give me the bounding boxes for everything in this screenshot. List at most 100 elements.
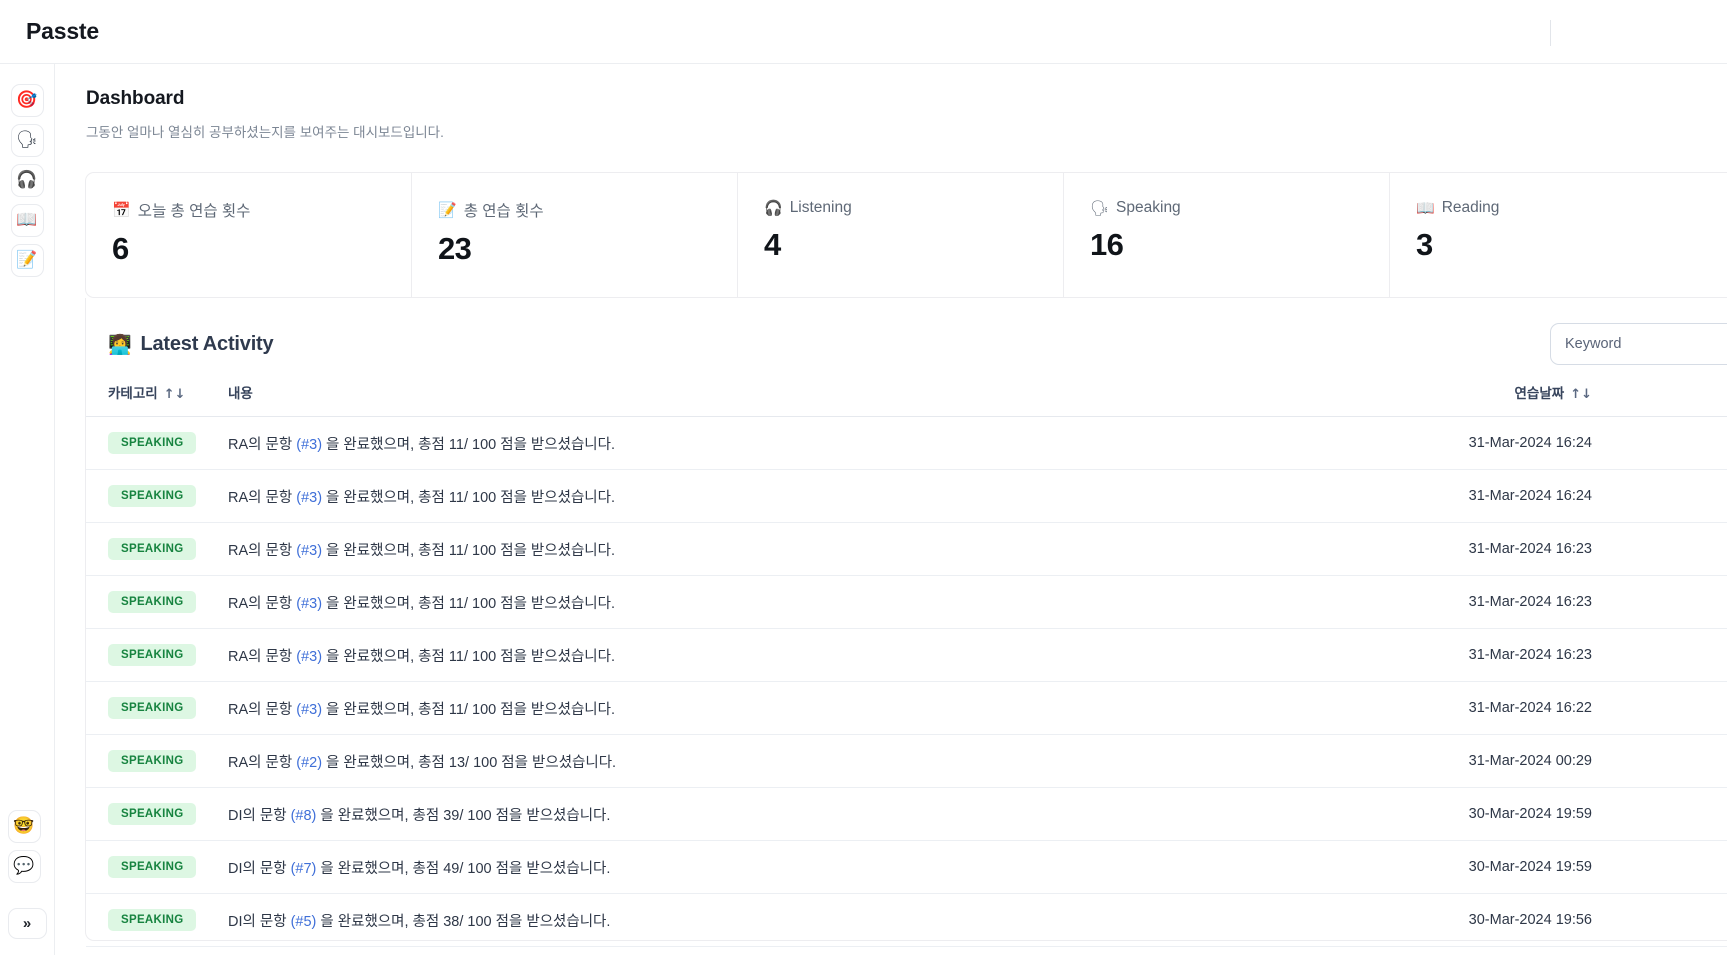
row-date-cell: 31-Mar-2024 16:22 (1468, 681, 1727, 735)
row-content-cell: DI의 문항 (#8) 을 완료했으며, 총점 39/ 100 점을 받으셨습니… (206, 787, 1469, 841)
table-row[interactable]: SPEAKING DI의 문항 (#5) 을 완료했으며, 총점 38/ 100 … (86, 893, 1727, 947)
table-row[interactable]: SPEAKING RA의 문항 (#3) 을 완료했으며, 총점 11/ 100 … (86, 469, 1727, 523)
latest-activity-title: 👩‍💻 Latest Activity (108, 332, 274, 356)
activity-table-body: SPEAKING RA의 문항 (#3) 을 완료했으며, 총점 11/ 100 … (86, 416, 1727, 947)
stat-card-today-practice[interactable]: 📅 오늘 총 연습 횟수 6 (86, 173, 412, 297)
table-row[interactable]: SPEAKING RA의 문항 (#3) 을 완료했으며, 총점 11/ 100 … (86, 575, 1727, 629)
row-date-cell: 30-Mar-2024 19:56 (1468, 893, 1727, 947)
table-row[interactable]: SPEAKING RA의 문항 (#3) 을 완료했으며, 총점 11/ 100 … (86, 416, 1727, 470)
sidebar-expand-button[interactable]: » (7, 908, 47, 939)
memo-icon: 📝 (438, 201, 457, 219)
row-category-cell: SPEAKING (86, 575, 206, 629)
row-content-suffix: 을 완료했으며, 총점 11/ 100 점을 받으셨습니다. (322, 595, 616, 612)
stat-card-reading[interactable]: 📖 Reading 3 (1390, 173, 1716, 297)
sidebar-item-profile[interactable]: 🤓 (7, 810, 41, 843)
row-content-suffix: 을 완료했으며, 총점 11/ 100 점을 받으셨습니다. (322, 489, 616, 506)
stat-label-text: Reading (1441, 199, 1500, 216)
sort-icon-category[interactable]: ↑↓ (164, 387, 186, 402)
sidebar-item-chat[interactable]: 💬 (7, 850, 41, 883)
row-content-prefix: RA의 문항 (228, 701, 297, 718)
top-bar: Passte (0, 0, 1727, 64)
stat-label: 🎧 Listening (764, 199, 1063, 217)
table-row[interactable]: SPEAKING RA의 문항 (#3) 을 완료했으며, 총점 11/ 100 … (86, 628, 1727, 682)
open-book-icon: 📖 (1416, 199, 1435, 217)
stat-card-speaking[interactable]: 🗣 Speaking 16 (1064, 173, 1390, 297)
table-row[interactable]: SPEAKING DI의 문항 (#7) 을 완료했으며, 총점 49/ 100 … (86, 840, 1727, 894)
woman-technologist-icon: 👩‍💻 (108, 333, 132, 356)
stat-label: 🗣 Speaking (1090, 199, 1389, 217)
status-badge: SPEAKING (108, 538, 197, 560)
row-content-prefix: DI의 문항 (228, 913, 291, 930)
row-content-cell: RA의 문항 (#3) 을 완료했으며, 총점 11/ 100 점을 받으셨습니… (206, 628, 1469, 682)
row-content-suffix: 을 완료했으며, 총점 11/ 100 점을 받으셨습니다. (322, 648, 616, 665)
latest-activity-title-text: Latest Activity (140, 332, 274, 355)
column-header-date[interactable]: 연습날짜 ↑↓ (1468, 366, 1727, 417)
sidebar: 🎯 🗣 🎧 📖 📝 🤓 💬 » (0, 64, 55, 955)
row-question-ref-link[interactable]: (#3) (296, 437, 322, 453)
row-category-cell: SPEAKING (86, 734, 206, 788)
search-container (1550, 323, 1727, 365)
sidebar-item-speaking[interactable]: 🗣 (10, 124, 44, 157)
sidebar-item-reading[interactable]: 📖 (10, 204, 44, 237)
row-content-suffix: 을 완료했으며, 총점 13/ 100 점을 받으셨습니다. (322, 754, 617, 771)
row-content-prefix: RA의 문항 (228, 648, 297, 665)
stat-card-listening[interactable]: 🎧 Listening 4 (738, 173, 1064, 297)
row-content-prefix: DI의 문항 (228, 860, 291, 877)
sidebar-item-dashboard[interactable]: 🎯 (10, 84, 44, 117)
table-row[interactable]: SPEAKING RA의 문항 (#2) 을 완료했으며, 총점 13/ 100 … (86, 734, 1727, 788)
calendar-icon: 📅 (112, 201, 131, 219)
status-badge: SPEAKING (108, 697, 197, 719)
top-bar-divider (1550, 20, 1551, 46)
row-content-suffix: 을 완료했으며, 총점 11/ 100 점을 받으셨습니다. (322, 436, 616, 453)
row-content-prefix: RA의 문항 (228, 542, 297, 559)
stat-label-text: Listening (789, 199, 852, 216)
stat-card-total-practice[interactable]: 📝 총 연습 횟수 23 (412, 173, 738, 297)
page-subtitle: 그동안 얼마나 열심히 공부하셨는지를 보여주는 대시보드입니다. (86, 125, 444, 140)
status-badge: SPEAKING (108, 750, 197, 772)
status-badge: SPEAKING (108, 856, 197, 878)
row-question-ref-link[interactable]: (#2) (296, 755, 322, 771)
headphone-icon: 🎧 (16, 170, 38, 190)
keyword-search-input[interactable] (1550, 323, 1727, 365)
row-content-suffix: 을 완료했으며, 총점 39/ 100 점을 받으셨습니다. (316, 807, 611, 824)
app-brand[interactable]: Passte (26, 18, 99, 45)
row-question-ref-link[interactable]: (#3) (296, 596, 322, 612)
sidebar-item-listening[interactable]: 🎧 (10, 164, 44, 197)
row-category-cell: SPEAKING (86, 628, 206, 682)
row-date-cell: 30-Mar-2024 19:59 (1468, 787, 1727, 841)
activity-table: 카테고리 ↑↓ 내용 연습날짜 ↑↓ SPEAKING RA의 문항 (#3) 을 완… (86, 366, 1727, 947)
row-content-cell: DI의 문항 (#5) 을 완료했으며, 총점 38/ 100 점을 받으셨습니… (206, 893, 1469, 947)
stat-value: 23 (438, 231, 472, 266)
row-question-ref-link[interactable]: (#7) (291, 861, 317, 877)
row-date-cell: 31-Mar-2024 16:24 (1468, 416, 1727, 470)
stat-label-text: 오늘 총 연습 횟수 (137, 203, 251, 220)
row-question-ref-link[interactable]: (#3) (296, 543, 322, 559)
sidebar-item-writing[interactable]: 📝 (10, 244, 44, 277)
status-badge: SPEAKING (108, 591, 197, 613)
row-content-prefix: DI의 문항 (228, 807, 291, 824)
row-question-ref-link[interactable]: (#5) (291, 914, 317, 930)
row-question-ref-link[interactable]: (#3) (296, 702, 322, 718)
row-content-prefix: RA의 문항 (228, 595, 297, 612)
table-row[interactable]: SPEAKING RA의 문항 (#3) 을 완료했으며, 총점 11/ 100 … (86, 681, 1727, 735)
row-question-ref-link[interactable]: (#8) (291, 808, 317, 824)
table-row[interactable]: SPEAKING RA의 문항 (#3) 을 완료했으며, 총점 11/ 100 … (86, 522, 1727, 576)
sort-icon-date[interactable]: ↑↓ (1570, 387, 1592, 402)
column-header-category[interactable]: 카테고리 ↑↓ (86, 366, 206, 417)
row-question-ref-link[interactable]: (#3) (296, 649, 322, 665)
speaking-head-icon: 🗣 (1090, 199, 1110, 217)
row-content-cell: RA의 문항 (#2) 을 완료했으며, 총점 13/ 100 점을 받으셨습니… (206, 734, 1469, 788)
row-content-suffix: 을 완료했으며, 총점 11/ 100 점을 받으셨습니다. (322, 542, 616, 559)
panel-header: 👩‍💻 Latest Activity (86, 322, 1727, 366)
page-title: Dashboard (86, 88, 185, 109)
row-question-ref-link[interactable]: (#3) (296, 490, 322, 506)
sidebar-top-group: 🎯 🗣 🎧 📖 📝 (10, 84, 44, 277)
row-date-cell: 30-Mar-2024 19:59 (1468, 840, 1727, 894)
stat-value: 3 (1416, 227, 1433, 262)
row-category-cell: SPEAKING (86, 840, 206, 894)
table-row[interactable]: SPEAKING DI의 문항 (#8) 을 완료했으며, 총점 39/ 100 … (86, 787, 1727, 841)
stat-label: 📝 총 연습 횟수 (438, 199, 737, 221)
chevron-double-right-icon: » (22, 915, 32, 932)
main-content: Dashboard 그동안 얼마나 열심히 공부하셨는지를 보여주는 대시보드입… (56, 64, 1727, 955)
nerd-face-icon: 🤓 (13, 816, 35, 836)
